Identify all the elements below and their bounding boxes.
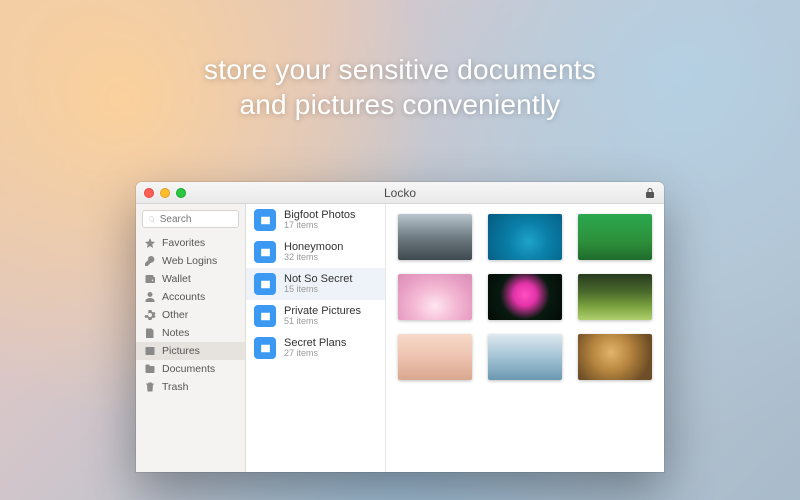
sidebar-item-label: Favorites xyxy=(162,237,205,249)
sidebar-item-label: Pictures xyxy=(162,345,200,357)
sidebar: Favorites Web Logins Wallet Accounts Oth… xyxy=(136,204,246,472)
album-picture-icon xyxy=(254,305,276,327)
sidebar-item-web-logins[interactable]: Web Logins xyxy=(136,252,245,270)
titlebar[interactable]: Locko xyxy=(136,182,664,204)
photo-thumbnail[interactable] xyxy=(398,274,472,320)
sidebar-item-label: Notes xyxy=(162,327,189,339)
wallet-icon xyxy=(144,273,156,285)
sidebar-item-favorites[interactable]: Favorites xyxy=(136,234,245,252)
thumbnail-gallery xyxy=(386,204,664,472)
sidebar-item-label: Trash xyxy=(162,381,188,393)
album-item[interactable]: Bigfoot Photos 17 items xyxy=(246,204,385,236)
sidebar-item-accounts[interactable]: Accounts xyxy=(136,288,245,306)
search-input[interactable] xyxy=(160,214,233,225)
album-item[interactable]: Honeymoon 32 items xyxy=(246,236,385,268)
album-picture-icon xyxy=(254,337,276,359)
sidebar-item-other[interactable]: Other xyxy=(136,306,245,324)
sidebar-item-label: Documents xyxy=(162,363,215,375)
album-picture-icon xyxy=(254,241,276,263)
photo-thumbnail[interactable] xyxy=(398,214,472,260)
sidebar-item-pictures[interactable]: Pictures xyxy=(136,342,245,360)
star-icon xyxy=(144,237,156,249)
album-picture-icon xyxy=(254,273,276,295)
album-count: 51 items xyxy=(284,317,361,327)
tagline-line2: and pictures conveniently xyxy=(240,89,561,120)
photo-thumbnail[interactable] xyxy=(398,334,472,380)
photo-thumbnail[interactable] xyxy=(578,274,652,320)
album-picture-icon xyxy=(254,209,276,231)
gear-icon xyxy=(144,309,156,321)
promo-tagline: store your sensitive documents and pictu… xyxy=(0,52,800,122)
app-window: Locko Favorites Web Logins xyxy=(136,182,664,472)
album-count: 27 items xyxy=(284,349,346,359)
album-count: 15 items xyxy=(284,285,352,295)
sidebar-item-trash[interactable]: Trash xyxy=(136,378,245,396)
search-field[interactable] xyxy=(142,210,239,228)
album-count: 32 items xyxy=(284,253,343,263)
search-icon xyxy=(148,215,156,224)
sidebar-item-documents[interactable]: Documents xyxy=(136,360,245,378)
sidebar-item-label: Web Logins xyxy=(162,255,217,267)
photo-thumbnail[interactable] xyxy=(488,274,562,320)
sidebar-item-label: Accounts xyxy=(162,291,205,303)
picture-icon xyxy=(144,345,156,357)
album-item[interactable]: Private Pictures 51 items xyxy=(246,300,385,332)
photo-thumbnail[interactable] xyxy=(488,214,562,260)
window-title: Locko xyxy=(136,186,664,200)
album-count: 17 items xyxy=(284,221,356,231)
sidebar-item-notes[interactable]: Notes xyxy=(136,324,245,342)
sidebar-item-label: Other xyxy=(162,309,188,321)
note-icon xyxy=(144,327,156,339)
person-icon xyxy=(144,291,156,303)
trash-icon xyxy=(144,381,156,393)
key-icon xyxy=(144,255,156,267)
album-item[interactable]: Secret Plans 27 items xyxy=(246,332,385,364)
sidebar-item-wallet[interactable]: Wallet xyxy=(136,270,245,288)
photo-thumbnail[interactable] xyxy=(578,334,652,380)
sidebar-item-label: Wallet xyxy=(162,273,191,285)
album-list: Bigfoot Photos 17 items Honeymoon 32 ite… xyxy=(246,204,386,472)
album-item[interactable]: Not So Secret 15 items xyxy=(246,268,385,300)
photo-thumbnail[interactable] xyxy=(488,334,562,380)
tagline-line1: store your sensitive documents xyxy=(204,54,596,85)
folder-icon xyxy=(144,363,156,375)
photo-thumbnail[interactable] xyxy=(578,214,652,260)
